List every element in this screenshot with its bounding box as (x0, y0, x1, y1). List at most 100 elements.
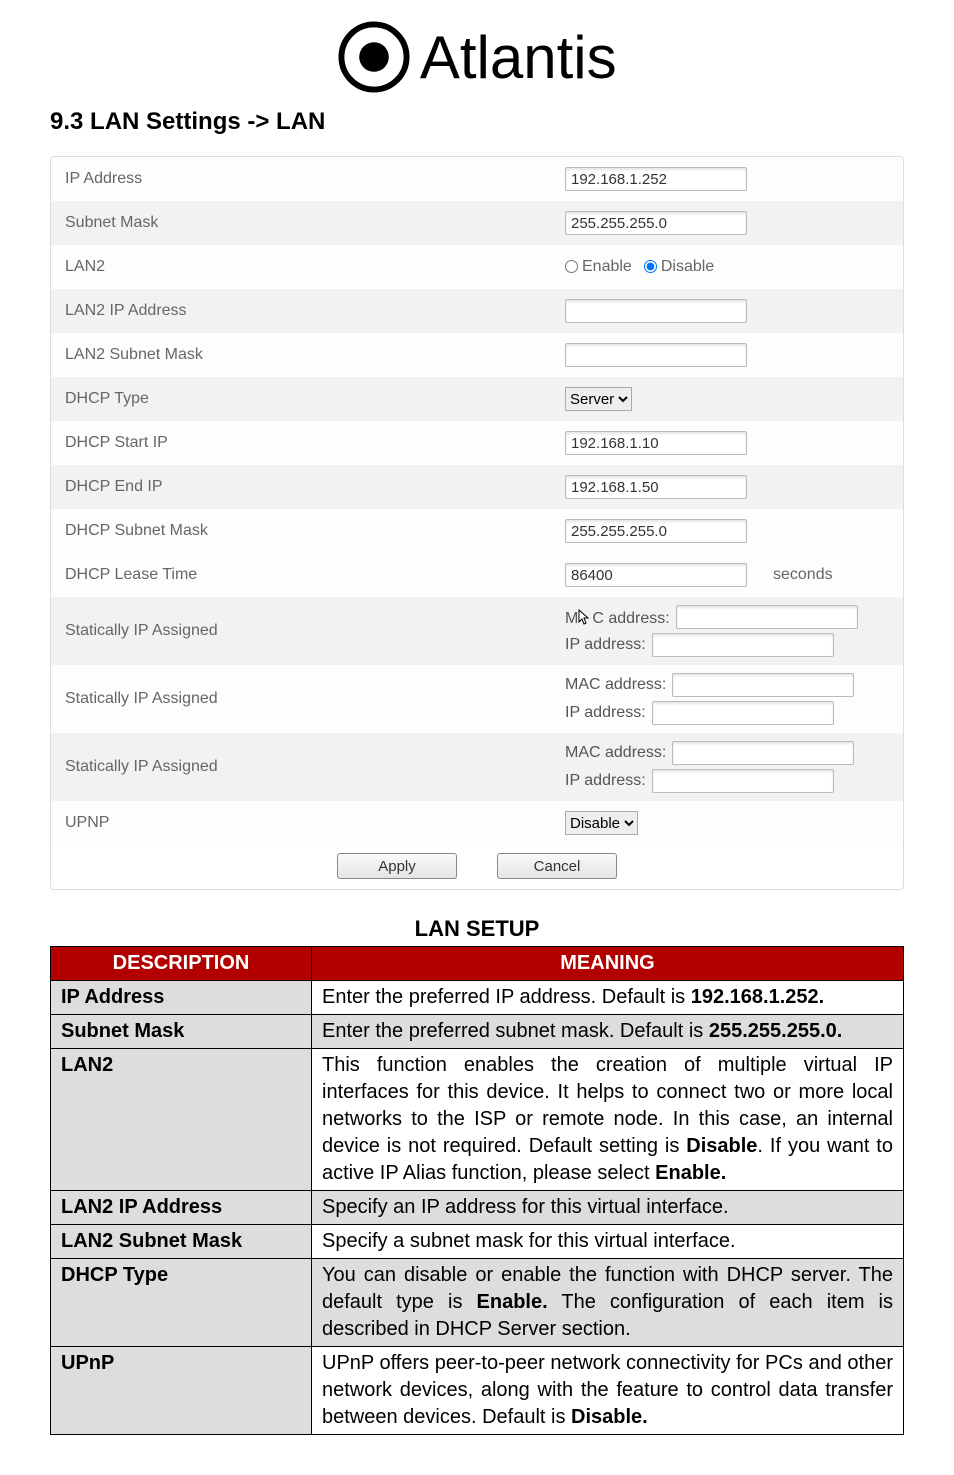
label-dhcp_lease: DHCP Lease Time (65, 566, 565, 584)
input-dhcp_lease[interactable] (565, 563, 747, 587)
settings-row-static1: Statically IP AssignedMC address: IP addr… (51, 597, 903, 665)
settings-row-lan2: LAN2EnableDisable (51, 245, 903, 289)
cancel-button[interactable]: Cancel (497, 853, 617, 879)
radio-lan2-enable[interactable] (565, 260, 578, 273)
brand-name: Atlantis (420, 23, 617, 92)
desc-cell: IP Address (51, 981, 312, 1015)
label-subnet_mask: Subnet Mask (65, 214, 565, 232)
settings-row-dhcp_mask: DHCP Subnet Mask (51, 509, 903, 553)
label-dhcp_end: DHCP End IP (65, 478, 565, 496)
settings-row-static2: Statically IP AssignedMAC address: IP add… (51, 665, 903, 733)
table-header-meaning: MEANING (312, 947, 904, 981)
label-dhcp_start: DHCP Start IP (65, 434, 565, 452)
section-heading: 9.3 LAN Settings -> LAN (50, 108, 904, 136)
settings-row-lan2_ip: LAN2 IP Address (51, 289, 903, 333)
value-static1: MC address: IP address: (565, 603, 889, 659)
meaning-cell: Enter the preferred subnet mask. Default… (312, 1015, 904, 1049)
ip-label-static2: IP address: (565, 704, 646, 722)
label-static2: Statically IP Assigned (65, 690, 565, 708)
desc-cell: UPnP (51, 1347, 312, 1435)
value-upnp: Disable (565, 811, 889, 835)
settings-row-upnp: UPNPDisable (51, 801, 903, 845)
apply-button[interactable]: Apply (337, 853, 457, 879)
input-static1-ip[interactable] (652, 633, 834, 657)
table-row: UPnPUPnP offers peer-to-peer network con… (51, 1347, 904, 1435)
settings-row-ip_address: IP Address (51, 157, 903, 201)
label-static1: Statically IP Assigned (65, 622, 565, 640)
input-dhcp_end[interactable] (565, 475, 747, 499)
table-row: LAN2This function enables the creation o… (51, 1049, 904, 1191)
mac-label-static2: MAC address: (565, 676, 666, 694)
button-bar: Apply Cancel (51, 845, 903, 889)
lan-setup-title: LAN SETUP (50, 916, 904, 942)
value-ip_address (565, 167, 889, 191)
radio-label-lan2-disable: Disable (661, 258, 714, 275)
label-lan2_ip: LAN2 IP Address (65, 302, 565, 320)
select-upnp[interactable]: Disable (565, 811, 638, 835)
ip-label-static3: IP address: (565, 772, 646, 790)
input-static3-ip[interactable] (652, 769, 834, 793)
value-dhcp_lease: seconds (565, 563, 889, 587)
label-upnp: UPNP (65, 814, 565, 832)
table-row: Subnet MaskEnter the preferred subnet ma… (51, 1015, 904, 1049)
desc-cell: LAN2 Subnet Mask (51, 1225, 312, 1259)
settings-row-lan2_mask: LAN2 Subnet Mask (51, 333, 903, 377)
value-dhcp_type: Server (565, 387, 889, 411)
input-dhcp_mask[interactable] (565, 519, 747, 543)
value-dhcp_end (565, 475, 889, 499)
value-lan2_ip (565, 299, 889, 323)
after-dhcp_lease: seconds (773, 566, 833, 584)
mac-label-static3: MAC address: (565, 744, 666, 762)
radio-lan2-disable[interactable] (644, 260, 657, 273)
settings-row-static3: Statically IP AssignedMAC address: IP add… (51, 733, 903, 801)
input-static3-mac[interactable] (672, 741, 854, 765)
table-row: IP AddressEnter the preferred IP address… (51, 981, 904, 1015)
meaning-cell: You can disable or enable the function w… (312, 1259, 904, 1347)
input-lan2_mask[interactable] (565, 343, 747, 367)
label-dhcp_type: DHCP Type (65, 390, 565, 408)
input-static2-ip[interactable] (652, 701, 834, 725)
brand-logo-row: Atlantis (50, 20, 904, 94)
table-row: LAN2 IP AddressSpecify an IP address for… (51, 1191, 904, 1225)
settings-row-dhcp_lease: DHCP Lease Time seconds (51, 553, 903, 597)
desc-cell: DHCP Type (51, 1259, 312, 1347)
value-dhcp_mask (565, 519, 889, 543)
value-lan2_mask (565, 343, 889, 367)
label-static3: Statically IP Assigned (65, 758, 565, 776)
label-ip_address: IP Address (65, 170, 565, 188)
mac-label-static1: MC address: (565, 607, 670, 628)
meaning-cell: Specify an IP address for this virtual i… (312, 1191, 904, 1225)
table-row: DHCP TypeYou can disable or enable the f… (51, 1259, 904, 1347)
value-static3: MAC address: IP address: (565, 739, 889, 795)
label-lan2_mask: LAN2 Subnet Mask (65, 346, 565, 364)
desc-cell: Subnet Mask (51, 1015, 312, 1049)
desc-cell: LAN2 (51, 1049, 312, 1191)
ip-label-static1: IP address: (565, 636, 646, 654)
meaning-cell: This function enables the creation of mu… (312, 1049, 904, 1191)
value-lan2: EnableDisable (565, 258, 889, 276)
atlantis-logo-icon (337, 20, 411, 94)
meaning-cell: UPnP offers peer-to-peer network connect… (312, 1347, 904, 1435)
input-static1-mac[interactable] (676, 605, 858, 629)
meaning-cell: Enter the preferred IP address. Default … (312, 981, 904, 1015)
value-static2: MAC address: IP address: (565, 671, 889, 727)
label-dhcp_mask: DHCP Subnet Mask (65, 522, 565, 540)
input-static2-mac[interactable] (672, 673, 854, 697)
desc-cell: LAN2 IP Address (51, 1191, 312, 1225)
settings-row-dhcp_end: DHCP End IP (51, 465, 903, 509)
settings-row-dhcp_start: DHCP Start IP (51, 421, 903, 465)
input-dhcp_start[interactable] (565, 431, 747, 455)
input-ip_address[interactable] (565, 167, 747, 191)
select-dhcp_type[interactable]: Server (565, 387, 632, 411)
lan-settings-panel: IP AddressSubnet MaskLAN2EnableDisableLA… (50, 156, 904, 890)
meaning-cell: Specify a subnet mask for this virtual i… (312, 1225, 904, 1259)
value-dhcp_start (565, 431, 889, 455)
cursor-icon (578, 609, 592, 625)
settings-row-subnet_mask: Subnet Mask (51, 201, 903, 245)
input-lan2_ip[interactable] (565, 299, 747, 323)
table-header-description: DESCRIPTION (51, 947, 312, 981)
value-subnet_mask (565, 211, 889, 235)
input-subnet_mask[interactable] (565, 211, 747, 235)
label-lan2: LAN2 (65, 258, 565, 276)
settings-row-dhcp_type: DHCP TypeServer (51, 377, 903, 421)
